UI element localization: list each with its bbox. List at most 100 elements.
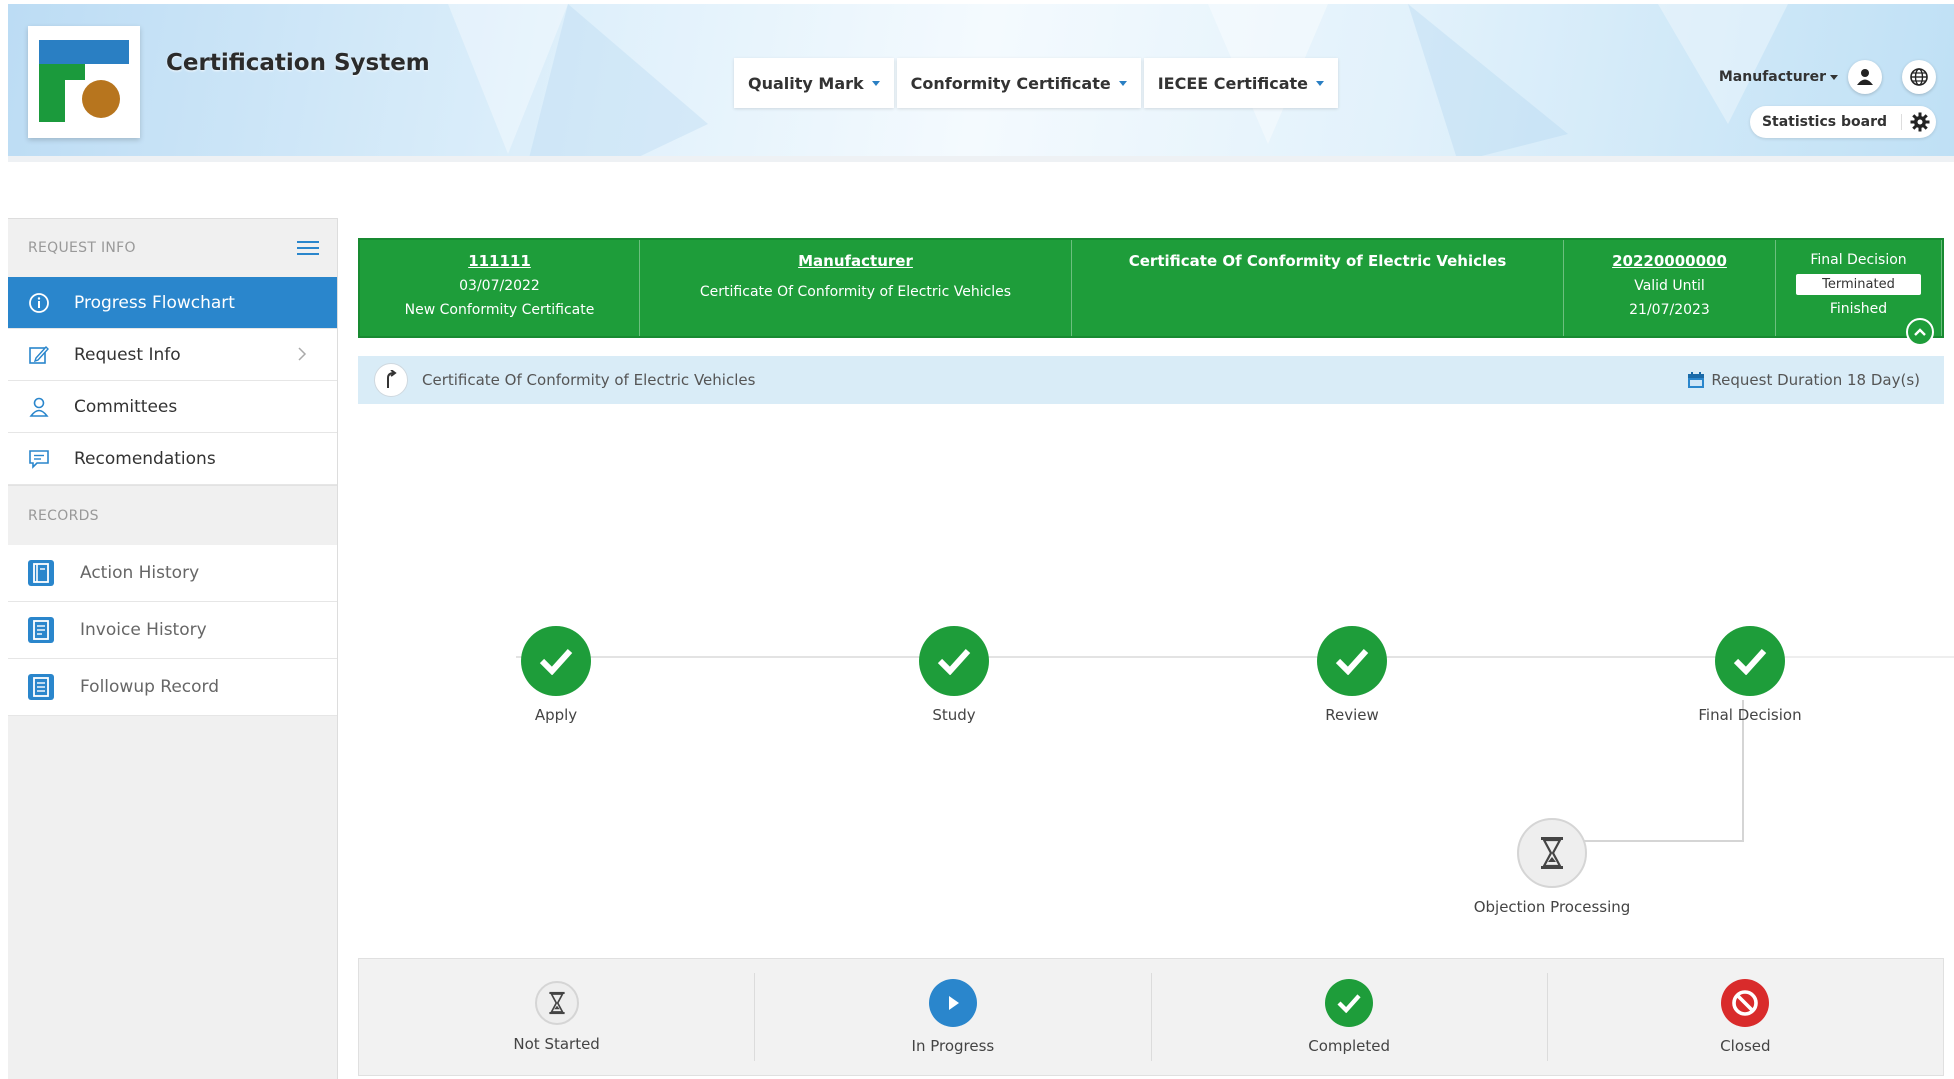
nav-label: Conformity Certificate bbox=[910, 73, 1111, 93]
sidebar-item-label: Committees bbox=[74, 396, 178, 417]
back-arrow-icon bbox=[387, 370, 397, 388]
user-profile-button[interactable] bbox=[1848, 60, 1882, 94]
sidebar-item-label: Recomendations bbox=[74, 448, 216, 469]
sidebar-item-request-info[interactable]: Request Info bbox=[8, 329, 337, 381]
comment-icon bbox=[29, 449, 49, 469]
nav-conformity-certificate[interactable]: Conformity Certificate bbox=[896, 58, 1141, 108]
sidebar-item-label: Action History bbox=[80, 563, 200, 583]
play-icon bbox=[928, 979, 977, 1027]
caret-down-icon bbox=[1118, 80, 1127, 86]
valid-until-label: Valid Until bbox=[1634, 278, 1705, 294]
user-area: Manufacturer bbox=[1719, 60, 1936, 94]
request-info-section: REQUEST INFO bbox=[8, 219, 337, 277]
nav-iecee-certificate[interactable]: IECEE Certificate bbox=[1143, 58, 1338, 108]
legend-label: Completed bbox=[1308, 1037, 1391, 1055]
legend-completed: Completed bbox=[1152, 973, 1548, 1061]
request-summary-bar: 111111 03/07/2022 New Conformity Certifi… bbox=[358, 238, 1944, 346]
company-link[interactable]: Manufacturer bbox=[798, 252, 913, 270]
nav-quality-mark[interactable]: Quality Mark bbox=[734, 58, 894, 108]
certificate-title: Certificate Of Conformity of Electric Ve… bbox=[1128, 252, 1507, 270]
legend-not-started: Not Started bbox=[359, 973, 756, 1061]
check-icon bbox=[1715, 626, 1785, 696]
globe-icon bbox=[1910, 68, 1928, 86]
top-navigation: Quality Mark Conformity Certificate IECE… bbox=[734, 58, 1338, 108]
flow-step-label: Final Decision bbox=[1698, 706, 1802, 724]
company-certificate: Certificate Of Conformity of Electric Ve… bbox=[699, 284, 1012, 300]
flow-step-label: Study bbox=[932, 706, 976, 724]
invoice-icon bbox=[28, 617, 54, 643]
certificate-number-column: 20220000000 Valid Until 21/07/2023 bbox=[1564, 240, 1776, 336]
check-icon bbox=[1325, 979, 1374, 1027]
legend-label: Closed bbox=[1720, 1037, 1771, 1055]
hamburger-menu-icon[interactable] bbox=[297, 240, 319, 256]
check-icon bbox=[521, 626, 591, 696]
chevron-up-icon bbox=[1914, 328, 1926, 336]
app-logo[interactable] bbox=[28, 26, 140, 138]
request-duration: Request Duration 18 Day(s) bbox=[1711, 371, 1920, 389]
hourglass-icon bbox=[1517, 818, 1587, 888]
sidebar-item-invoice-history[interactable]: Invoice History bbox=[8, 602, 337, 659]
gear-icon[interactable] bbox=[1910, 112, 1930, 132]
hourglass-icon bbox=[534, 981, 579, 1025]
flow-connector bbox=[516, 656, 1756, 658]
nav-label: Quality Mark bbox=[748, 73, 864, 93]
statistics-board-link[interactable]: Statistics board bbox=[1762, 114, 1902, 130]
sidebar-item-label: Progress Flowchart bbox=[74, 292, 235, 313]
flow-step-study[interactable]: Study bbox=[874, 626, 1034, 724]
certificate-number-link[interactable]: 20220000000 bbox=[1612, 252, 1727, 270]
ban-icon bbox=[1721, 979, 1770, 1027]
sidebar-item-label: Invoice History bbox=[80, 620, 207, 640]
user-role-dropdown[interactable]: Manufacturer bbox=[1719, 69, 1838, 85]
user-icon bbox=[1857, 69, 1873, 85]
legend-label: In Progress bbox=[911, 1037, 995, 1055]
language-button[interactable] bbox=[1902, 60, 1936, 94]
flow-step-label: Objection Processing bbox=[1473, 898, 1631, 916]
check-icon bbox=[1317, 626, 1387, 696]
flow-step-apply[interactable]: Apply bbox=[476, 626, 636, 724]
user-icon bbox=[29, 397, 49, 417]
flow-step-objection-processing[interactable]: Objection Processing bbox=[1472, 818, 1632, 916]
edit-icon bbox=[29, 345, 49, 364]
caret-down-icon bbox=[1316, 80, 1324, 86]
certificate-subheader: Certificate Of Conformity of Electric Ve… bbox=[358, 356, 1944, 404]
valid-until-date: 21/07/2023 bbox=[1629, 302, 1710, 318]
back-button[interactable] bbox=[374, 363, 408, 397]
sidebar-item-recomendations[interactable]: Recomendations bbox=[8, 433, 337, 485]
flow-step-label: Review bbox=[1325, 706, 1379, 724]
info-icon bbox=[29, 292, 49, 313]
sidebar-item-action-history[interactable]: Action History bbox=[8, 545, 337, 602]
collapse-button[interactable] bbox=[1906, 318, 1934, 346]
sidebar-item-followup-record[interactable]: Followup Record bbox=[8, 659, 337, 716]
flow-step-review[interactable]: Review bbox=[1272, 626, 1432, 724]
user-role-label: Manufacturer bbox=[1718, 69, 1826, 85]
sidebar-item-committees[interactable]: Committees bbox=[8, 381, 337, 433]
request-date: 03/07/2022 bbox=[459, 278, 540, 294]
section-title: REQUEST INFO bbox=[28, 240, 136, 256]
legend-in-progress: In Progress bbox=[755, 973, 1152, 1061]
status-legend: Not Started In Progress Completed Closed bbox=[358, 958, 1944, 1076]
request-number-link[interactable]: 111111 bbox=[468, 252, 531, 270]
nav-label: IECEE Certificate bbox=[1157, 73, 1308, 93]
records-section: RECORDS bbox=[8, 485, 337, 545]
statistics-board-bar: Statistics board bbox=[1749, 106, 1936, 138]
section-title: RECORDS bbox=[28, 507, 99, 524]
sidebar-item-progress-flowchart[interactable]: Progress Flowchart bbox=[8, 277, 337, 329]
request-number-column: 111111 03/07/2022 New Conformity Certifi… bbox=[360, 240, 640, 336]
legend-closed: Closed bbox=[1548, 973, 1943, 1061]
sidebar: REQUEST INFO Progress Flowchart Request … bbox=[8, 218, 338, 1079]
flow-step-label: Apply bbox=[534, 706, 578, 724]
check-icon bbox=[919, 626, 989, 696]
caret-down-icon bbox=[871, 80, 880, 86]
flow-step-final-decision[interactable]: Final Decision bbox=[1670, 626, 1830, 724]
progress-flowchart: Apply Study Review Final Decision Object… bbox=[358, 410, 1954, 950]
calendar-icon bbox=[1688, 372, 1705, 388]
certificate-title-column: Certificate Of Conformity of Electric Ve… bbox=[1072, 240, 1564, 336]
final-decision-label: Final Decision bbox=[1810, 252, 1907, 268]
app-title: Certification System bbox=[166, 50, 430, 76]
app-header: Certification System Quality Mark Confor… bbox=[8, 4, 1954, 162]
sidebar-item-label: Followup Record bbox=[80, 677, 220, 697]
request-type: New Conformity Certificate bbox=[404, 302, 595, 318]
chevron-right-icon bbox=[298, 347, 307, 361]
decision-status-badge: Terminated bbox=[1796, 274, 1921, 295]
caret-down-icon bbox=[1830, 74, 1838, 80]
